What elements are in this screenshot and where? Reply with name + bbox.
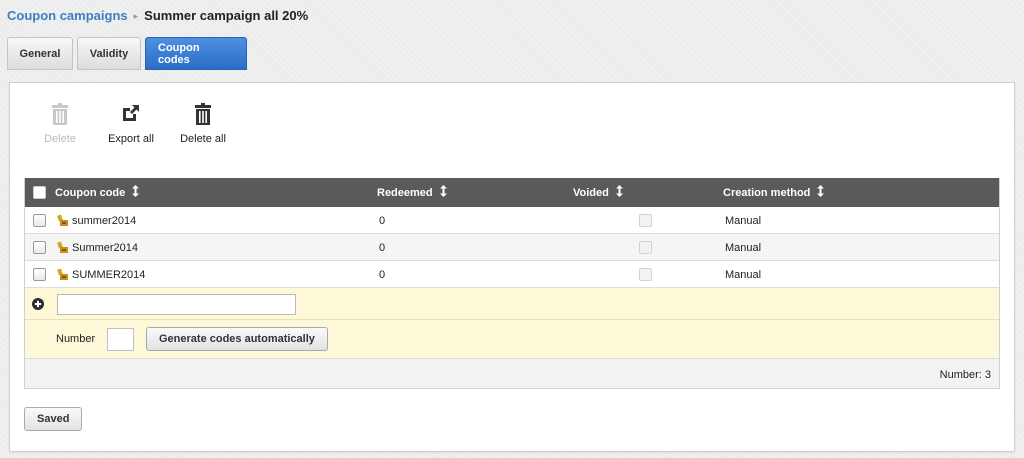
column-header-coupon-code[interactable]: Coupon code	[55, 178, 140, 207]
coupon-code: SUMMER2014	[72, 268, 146, 281]
export-all-label: Export all	[108, 133, 154, 145]
coupon-codes-table: Coupon code Redeemed Voided Creation met…	[24, 178, 1000, 389]
sort-icon	[817, 185, 825, 200]
generate-codes-button[interactable]: Generate codes automatically	[146, 327, 328, 351]
redeemed-value: 0	[379, 214, 386, 227]
external-link-icon	[105, 103, 157, 125]
delete-button[interactable]: Delete	[40, 103, 80, 145]
trash-icon	[40, 103, 80, 125]
voided-checkbox	[639, 214, 652, 227]
coupon-icon	[57, 268, 69, 281]
sort-icon	[439, 185, 447, 200]
delete-label: Delete	[44, 133, 76, 145]
coupon-codes-panel: Delete Export all Delete all Coupon code…	[9, 82, 1015, 452]
tab-validity[interactable]: Validity	[77, 37, 141, 70]
row-checkbox[interactable]	[33, 214, 46, 227]
row-checkbox[interactable]	[33, 241, 46, 254]
page-title: Summer campaign all 20%	[144, 8, 309, 23]
delete-all-button[interactable]: Delete all	[178, 103, 228, 145]
sort-icon	[615, 185, 623, 200]
new-coupon-code-input[interactable]	[57, 294, 296, 315]
column-header-label: Voided	[573, 186, 609, 199]
row-checkbox[interactable]	[33, 268, 46, 281]
coupon-code: summer2014	[72, 214, 137, 227]
saved-button[interactable]: Saved	[24, 407, 83, 431]
table-row[interactable]: Summer2014 0 Manual	[25, 234, 999, 261]
sort-icon	[132, 185, 140, 200]
delete-all-label: Delete all	[180, 133, 226, 145]
voided-checkbox	[639, 268, 652, 281]
redeemed-value: 0	[379, 241, 386, 254]
add-code-row	[25, 288, 999, 320]
export-all-button[interactable]: Export all	[105, 103, 157, 145]
column-header-voided[interactable]: Voided	[573, 178, 623, 207]
table-row[interactable]: summer2014 0 Manual	[25, 207, 999, 234]
select-all-checkbox[interactable]	[33, 186, 46, 199]
creation-method-value: Manual	[725, 268, 762, 281]
column-header-label: Coupon code	[55, 186, 126, 199]
redeemed-value: 0	[379, 268, 386, 281]
voided-checkbox	[639, 241, 652, 254]
column-header-redeemed[interactable]: Redeemed	[377, 178, 447, 207]
column-header-creation-method[interactable]: Creation method	[723, 178, 825, 207]
coupon-code: Summer2014	[72, 241, 139, 254]
tab-coupon-codes[interactable]: Coupon codes	[145, 37, 247, 70]
table-row[interactable]: SUMMER2014 0 Manual	[25, 261, 999, 288]
generate-codes-row: Number Generate codes automatically	[25, 320, 999, 359]
table-header: Coupon code Redeemed Voided Creation met…	[25, 178, 999, 207]
tab-general[interactable]: General	[7, 37, 73, 70]
column-header-label: Redeemed	[377, 186, 433, 199]
creation-method-value: Manual	[725, 214, 762, 227]
tab-bar: General Validity Coupon codes	[7, 37, 251, 70]
add-circle-icon[interactable]	[32, 298, 44, 310]
record-count: Number: 3	[939, 369, 991, 381]
table-footer: Number: 3	[25, 359, 999, 388]
coupon-icon	[57, 241, 69, 254]
column-header-label: Creation method	[723, 186, 811, 199]
coupon-icon	[57, 214, 69, 227]
breadcrumb: Coupon campaigns ▸ Summer campaign all 20%	[7, 8, 308, 23]
breadcrumb-link-coupon-campaigns[interactable]: Coupon campaigns	[7, 8, 128, 23]
number-label: Number	[56, 333, 96, 345]
breadcrumb-separator: ▸	[133, 11, 139, 21]
trash-icon	[178, 103, 228, 125]
number-input[interactable]	[107, 328, 134, 351]
creation-method-value: Manual	[725, 241, 762, 254]
